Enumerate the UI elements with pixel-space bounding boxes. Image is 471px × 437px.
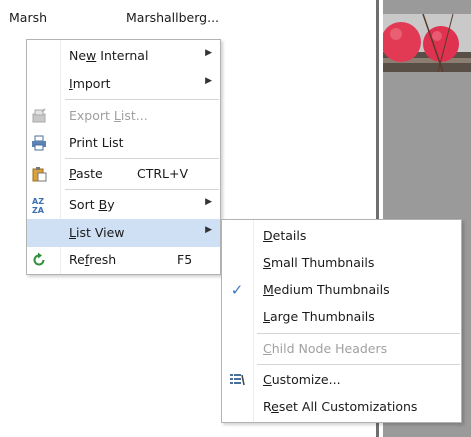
- context-menu: New Internal ▶ Import ▶ Export List... P…: [26, 39, 221, 275]
- menu-item-print-list[interactable]: Print List: [27, 129, 220, 157]
- menu-item-label: List View: [69, 225, 125, 240]
- menu-item-shortcut: F5: [177, 252, 193, 267]
- menu-item-refresh[interactable]: Refresh F5: [27, 246, 220, 274]
- submenu-item-reset-all-customizations[interactable]: Reset All Customizations: [222, 393, 461, 421]
- checkmark-icon: ✓: [230, 281, 244, 299]
- menu-item-import[interactable]: Import ▶: [27, 70, 220, 98]
- menu-item-label: Medium Thumbnails: [263, 282, 390, 297]
- menu-item-shortcut: CTRL+V: [137, 166, 189, 181]
- menu-item-sort-by[interactable]: AZ ZA Sort By ▶: [27, 191, 220, 219]
- list-cell-first-name[interactable]: Marsh: [9, 10, 47, 25]
- apples-image: [383, 14, 471, 72]
- menu-item-list-view[interactable]: List View ▶: [27, 219, 220, 247]
- list-view-submenu: Details Small Thumbnails ✓ Medium Thumbn…: [221, 219, 462, 423]
- submenu-arrow-icon: ▶: [205, 197, 212, 207]
- submenu-item-child-node-headers[interactable]: Child Node Headers: [222, 335, 461, 363]
- menu-item-label: Export List...: [69, 108, 148, 123]
- list-cell-last-name[interactable]: Marshallberg...: [126, 10, 219, 25]
- preview-thumbnail[interactable]: [383, 14, 471, 72]
- menu-separator: [257, 364, 460, 365]
- svg-text:ZA: ZA: [32, 206, 45, 214]
- export-list-icon: [30, 107, 48, 125]
- menu-item-label: Print List: [69, 135, 124, 150]
- menu-separator: [257, 333, 460, 334]
- submenu-arrow-icon: ▶: [205, 48, 212, 58]
- sort-az-icon: AZ ZA: [30, 196, 48, 214]
- submenu-item-small-thumbnails[interactable]: Small Thumbnails: [222, 249, 461, 277]
- submenu-arrow-icon: ▶: [205, 225, 212, 235]
- submenu-arrow-icon: ▶: [205, 76, 212, 86]
- menu-item-label: Customize...: [263, 372, 341, 387]
- menu-item-label: Import: [69, 76, 111, 91]
- menu-item-label: Paste: [69, 166, 103, 181]
- menu-item-label: Sort By: [69, 197, 115, 212]
- menu-separator: [65, 189, 219, 190]
- submenu-item-details[interactable]: Details: [222, 222, 461, 250]
- menu-item-label: New Internal: [69, 48, 149, 63]
- submenu-item-customize[interactable]: Customize...: [222, 366, 461, 394]
- printer-icon: [30, 134, 48, 152]
- menu-item-label: Small Thumbnails: [263, 255, 375, 270]
- menu-item-label: Reset All Customizations: [263, 399, 418, 414]
- customize-icon: [228, 371, 246, 389]
- list-header-row: Marsh Marshallberg...: [0, 10, 380, 28]
- submenu-item-large-thumbnails[interactable]: Large Thumbnails: [222, 303, 461, 331]
- paste-icon: [30, 165, 48, 183]
- menu-separator: [65, 158, 219, 159]
- menu-item-paste[interactable]: Paste CTRL+V: [27, 160, 220, 188]
- menu-item-label: Refresh: [69, 252, 117, 267]
- submenu-item-medium-thumbnails[interactable]: ✓ Medium Thumbnails: [222, 276, 461, 304]
- refresh-icon: [30, 251, 48, 269]
- menu-item-label: Child Node Headers: [263, 341, 388, 356]
- menu-item-label: Details: [263, 228, 307, 243]
- menu-separator: [65, 99, 219, 100]
- svg-text:AZ: AZ: [32, 197, 44, 206]
- menu-item-new-internal[interactable]: New Internal ▶: [27, 42, 220, 70]
- menu-item-export-list[interactable]: Export List...: [27, 102, 220, 130]
- menu-item-label: Large Thumbnails: [263, 309, 375, 324]
